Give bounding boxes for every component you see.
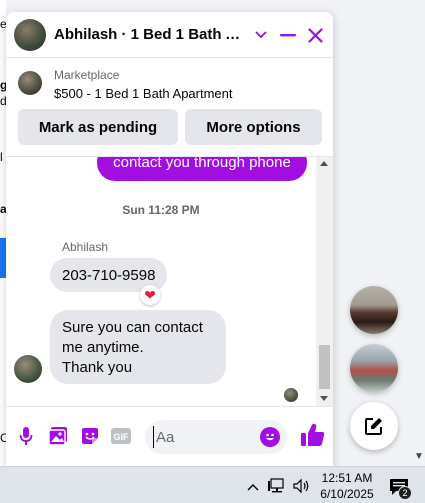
background-text-fragment: l bbox=[0, 150, 3, 164]
clock-time: 12:51 AM bbox=[321, 471, 373, 485]
seen-receipt-avatar bbox=[284, 388, 298, 402]
compose-icon bbox=[365, 418, 382, 435]
clock-date: 6/10/2025 bbox=[320, 487, 374, 501]
message-input[interactable] bbox=[153, 426, 253, 448]
minimize-icon[interactable] bbox=[276, 23, 300, 47]
chat-head-room[interactable] bbox=[350, 344, 398, 392]
network-icon[interactable] bbox=[268, 478, 286, 494]
gif-label: GIF bbox=[114, 432, 130, 442]
listing-title[interactable]: $500 - 1 Bed 1 Bath Apartment bbox=[54, 86, 233, 101]
chevron-down-icon[interactable] bbox=[249, 23, 273, 47]
emoji-icon[interactable] bbox=[260, 427, 280, 447]
notification-count-badge: 2 bbox=[398, 486, 412, 500]
message-timestamp: Sun 11:28 PM bbox=[122, 203, 200, 217]
chat-head-bedroom[interactable] bbox=[350, 286, 398, 334]
gif-icon[interactable]: GIF bbox=[110, 425, 132, 447]
listing-thumbnail[interactable] bbox=[18, 71, 42, 95]
message-text: 203-710-9598 bbox=[62, 266, 156, 284]
heart-reaction-icon[interactable]: ❤ bbox=[140, 285, 160, 305]
sent-message-bubble[interactable]: contact you through phone bbox=[97, 157, 307, 181]
marketplace-listing[interactable]: Marketplace $500 - 1 Bed 1 Bath Apartmen… bbox=[6, 59, 333, 109]
listing-actions: Mark as pending More options bbox=[6, 109, 333, 149]
message-text-line: me anytime. bbox=[62, 339, 144, 356]
photo-icon[interactable] bbox=[47, 425, 69, 447]
message-scrollbar[interactable] bbox=[316, 157, 333, 406]
chat-window: Abhilash · 1 Bed 1 Bath Ap... Marketplac… bbox=[6, 12, 333, 466]
message-text-line: Sure you can contact bbox=[62, 319, 203, 336]
system-clock[interactable]: 12:51 AM 6/10/2025 bbox=[317, 470, 377, 502]
message-text-line: Thank you bbox=[62, 359, 133, 376]
sender-avatar[interactable] bbox=[14, 355, 42, 383]
marketplace-label: Marketplace bbox=[54, 68, 120, 82]
microphone-icon[interactable] bbox=[15, 425, 37, 447]
contact-title[interactable]: Abhilash · 1 Bed 1 Bath Ap... bbox=[54, 26, 244, 43]
scroll-up-arrow-icon[interactable] bbox=[320, 161, 328, 166]
message-list[interactable]: contact you through phone Sun 11:28 PM A… bbox=[6, 156, 333, 406]
chat-header[interactable]: Abhilash · 1 Bed 1 Bath Ap... bbox=[6, 12, 333, 58]
more-options-button[interactable]: More options bbox=[185, 109, 322, 145]
message-composer: GIF bbox=[6, 406, 333, 466]
close-icon[interactable] bbox=[303, 23, 327, 47]
thumbs-up-icon[interactable] bbox=[300, 422, 326, 448]
scrollbar-thumb[interactable] bbox=[319, 345, 330, 389]
show-hidden-icons-chevron-icon[interactable] bbox=[246, 480, 260, 492]
sender-name: Abhilash bbox=[62, 240, 109, 254]
scroll-down-icon[interactable]: ▼ bbox=[414, 451, 424, 462]
received-message-bubble[interactable]: Sure you can contact me anytime. Thank y… bbox=[50, 310, 226, 384]
mark-as-pending-button[interactable]: Mark as pending bbox=[18, 109, 178, 145]
taskbar: 12:51 AM 6/10/2025 2 bbox=[0, 466, 425, 503]
volume-icon[interactable] bbox=[293, 478, 311, 494]
message-input-wrapper[interactable] bbox=[145, 420, 287, 454]
contact-avatar[interactable] bbox=[14, 18, 46, 51]
scroll-down-arrow-icon[interactable] bbox=[320, 396, 328, 401]
sticker-icon[interactable] bbox=[79, 425, 101, 447]
new-message-button[interactable] bbox=[350, 402, 398, 450]
